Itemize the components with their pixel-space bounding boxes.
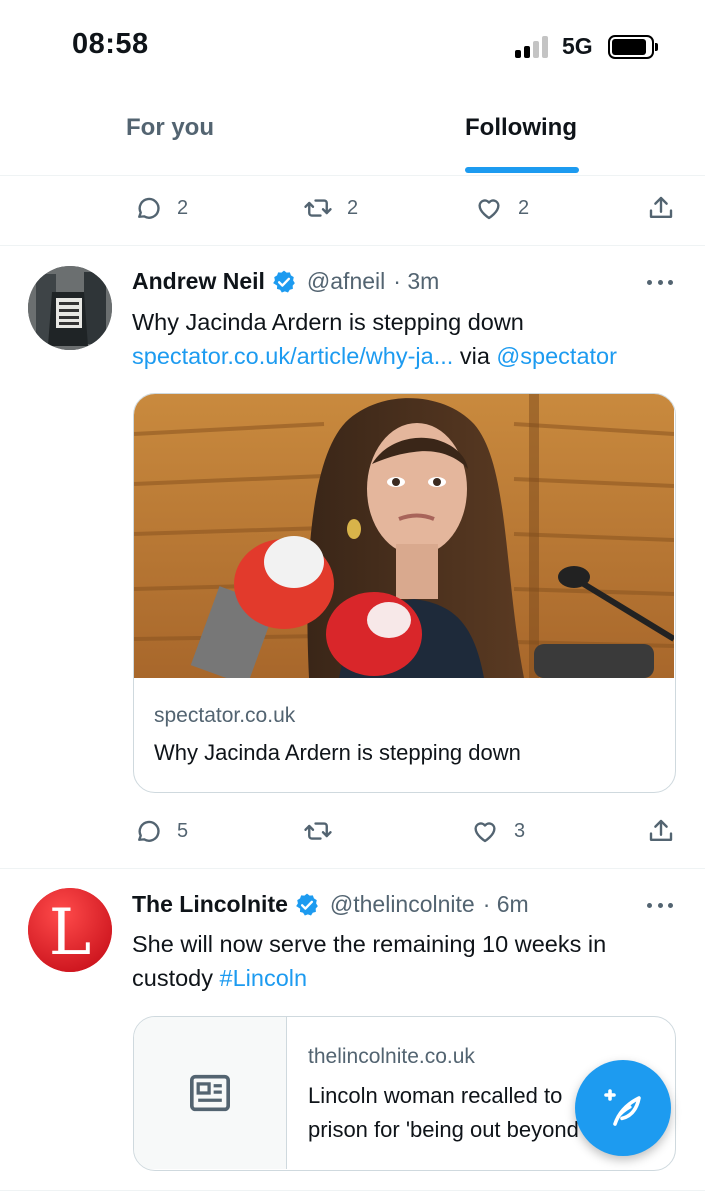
divider: [0, 868, 705, 869]
like-icon: [478, 199, 500, 220]
tab-following[interactable]: Following: [465, 114, 577, 142]
divider: [0, 1190, 705, 1191]
network-label: 5G: [562, 33, 593, 59]
tweet-header: The Lincolnite @thelincolnite · 6m: [132, 891, 529, 918]
card-domain: spectator.co.uk: [154, 704, 296, 727]
avatar-letter: L: [49, 896, 92, 970]
handle[interactable]: @afneil: [307, 268, 385, 295]
card-domain: thelincolnite.co.uk: [308, 1045, 475, 1068]
hashtag-link[interactable]: #Lincoln: [220, 965, 308, 991]
reply-icon: [138, 820, 160, 842]
handle[interactable]: @thelincolnite: [330, 891, 475, 918]
card-thumbnail: [134, 1017, 287, 1169]
more-icon[interactable]: [647, 280, 673, 288]
like-count: 3: [514, 819, 526, 842]
active-tab-indicator: [465, 167, 579, 173]
compose-button[interactable]: [575, 1060, 671, 1156]
reply-button[interactable]: 5: [133, 811, 188, 851]
display-name[interactable]: Andrew Neil: [132, 268, 265, 295]
signal-icon: [515, 36, 551, 58]
compose-icon: [604, 1089, 641, 1126]
tweet-actions: 5 3: [0, 811, 705, 851]
battery-icon: [608, 35, 658, 59]
article-link[interactable]: spectator.co.uk/article/why-ja...: [132, 343, 453, 369]
retweet-count: 2: [347, 196, 359, 219]
via-text: via: [453, 343, 497, 369]
tweet-text-fragment: custody: [132, 965, 220, 991]
timeline-tabs: For you Following: [0, 90, 705, 176]
like-button[interactable]: 3: [470, 811, 525, 851]
share-button[interactable]: [646, 188, 676, 228]
share-button[interactable]: [646, 811, 676, 851]
reply-count: 2: [177, 196, 189, 219]
tab-for-you[interactable]: For you: [126, 114, 214, 142]
retweet-icon: [304, 822, 332, 840]
profile-photo-icon: [28, 266, 112, 350]
reply-button[interactable]: 2: [133, 188, 188, 228]
mention-link[interactable]: @spectator: [496, 343, 617, 369]
press-conference-photo: [134, 394, 674, 678]
verified-icon: [273, 270, 295, 293]
link-card[interactable]: spectator.co.uk Why Jacinda Ardern is st…: [133, 393, 676, 793]
avatar[interactable]: L: [28, 888, 112, 972]
like-icon: [474, 822, 496, 843]
avatar[interactable]: [28, 266, 112, 350]
tweet-header: Andrew Neil @afneil · 3m: [132, 268, 439, 295]
like-count: 2: [518, 196, 530, 219]
tweet-text: She will now serve the remaining 10 week…: [132, 927, 677, 995]
timestamp: · 3m: [393, 268, 440, 294]
retweet-button[interactable]: 2: [303, 188, 358, 228]
retweet-button[interactable]: [303, 811, 333, 851]
reply-count: 5: [177, 819, 189, 842]
status-time: 08:58: [72, 28, 149, 60]
card-image: [134, 394, 674, 678]
share-icon: [649, 819, 673, 841]
card-title-line: Lincoln woman recalled to: [308, 1083, 563, 1108]
previous-tweet-actions: 2 2 2: [0, 188, 705, 228]
status-bar: 08:58 5G: [0, 0, 705, 90]
tweet-text: Why Jacinda Ardern is stepping down spec…: [132, 305, 677, 373]
card-title: Why Jacinda Ardern is stepping down: [154, 740, 521, 765]
divider: [0, 245, 705, 246]
card-title-line: prison for 'being out beyond: [308, 1117, 579, 1142]
more-icon[interactable]: [647, 903, 673, 911]
tweet-link-line: spectator.co.uk/article/why-ja... via @s…: [132, 339, 677, 373]
timestamp: · 6m: [482, 891, 529, 917]
tweet-text-line: custody #Lincoln: [132, 961, 677, 995]
display-name[interactable]: The Lincolnite: [132, 891, 288, 918]
share-icon: [649, 196, 673, 218]
retweet-icon: [304, 199, 332, 217]
tweet-text-line: Why Jacinda Ardern is stepping down: [132, 309, 524, 335]
article-icon: [190, 1074, 230, 1112]
lincolnite-logo-icon: L: [28, 888, 112, 972]
tweet-text-line: She will now serve the remaining 10 week…: [132, 931, 607, 957]
verified-icon: [296, 893, 318, 916]
like-button[interactable]: 2: [474, 188, 529, 228]
reply-icon: [138, 197, 160, 219]
